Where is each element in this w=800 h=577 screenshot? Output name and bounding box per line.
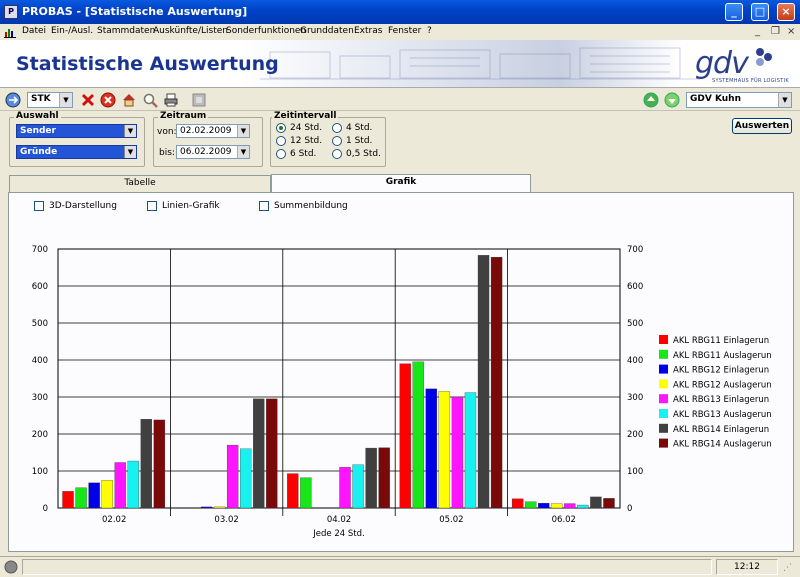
legend-swatch xyxy=(659,438,668,448)
legend-label: AKL RBG14 Einlagerun xyxy=(673,425,769,435)
status-bar: 12:12 ⋰ xyxy=(0,556,800,577)
legend-label: AKL RBG11 Einlagerun xyxy=(673,336,769,346)
bar xyxy=(339,467,351,509)
status-indicator-icon xyxy=(4,560,18,574)
bar xyxy=(477,255,490,509)
bar xyxy=(101,480,113,509)
x-tick-label: 03.02 xyxy=(214,515,238,525)
y-tick-label-right: 600 xyxy=(627,282,643,292)
y-tick-label-right: 400 xyxy=(627,356,643,366)
status-clock: 12:12 xyxy=(716,559,778,575)
bar xyxy=(551,503,563,509)
y-tick-label-left: 100 xyxy=(32,467,48,477)
legend-swatch xyxy=(659,394,668,404)
bar xyxy=(153,419,166,509)
bar xyxy=(451,396,464,509)
bar xyxy=(300,477,312,509)
y-tick-label-left: 0 xyxy=(43,504,48,514)
y-tick-label-right: 700 xyxy=(627,245,643,255)
y-tick-label-left: 200 xyxy=(32,430,48,440)
status-message xyxy=(22,559,712,575)
bar xyxy=(412,361,424,509)
legend-label: AKL RBG12 Einlagerun xyxy=(673,366,769,376)
bar xyxy=(62,491,74,509)
y-tick-label-right: 500 xyxy=(627,319,643,329)
y-tick-label-left: 300 xyxy=(32,393,48,403)
bar xyxy=(365,447,377,509)
bar xyxy=(399,363,411,509)
bar xyxy=(438,391,451,509)
bar xyxy=(490,256,503,509)
bar xyxy=(287,473,299,509)
legend-label: AKL RBG12 Auslagerun xyxy=(673,380,772,390)
bar xyxy=(577,504,589,509)
bar xyxy=(525,501,537,509)
bar xyxy=(266,398,278,509)
app-window: P PROBAS - [Statistische Auswertung] _ □… xyxy=(0,0,800,577)
x-tick-label: 02.02 xyxy=(102,515,126,525)
bar xyxy=(127,460,139,509)
bar xyxy=(140,419,153,509)
y-tick-label-right: 200 xyxy=(627,430,643,440)
bar xyxy=(538,503,550,509)
bar xyxy=(564,503,576,509)
bar xyxy=(352,464,364,509)
bar-chart: 0 0 100 100 200 200 300 300 400 400 500 500 600 600 70… xyxy=(32,245,772,539)
y-tick-label-left: 600 xyxy=(32,282,48,292)
legend-label: AKL RBG11 Auslagerun xyxy=(673,351,772,361)
legend-label: AKL RBG13 Einlagerun xyxy=(673,395,769,405)
legend-swatch xyxy=(659,349,668,359)
legend-swatch xyxy=(659,379,668,389)
chart-legend: AKL RBG11 Einlagerun AKL RBG11 Auslagerun… xyxy=(659,335,772,450)
x-tick-label: 06.02 xyxy=(552,515,576,525)
bar xyxy=(511,498,524,509)
bar xyxy=(213,506,226,509)
x-axis-label: Jede 24 Std. xyxy=(312,529,364,539)
bar xyxy=(590,496,602,509)
legend-label: AKL RBG14 Auslagerun xyxy=(673,440,772,450)
y-tick-label-right: 0 xyxy=(627,504,632,514)
y-tick-label-left: 700 xyxy=(32,245,48,255)
y-tick-label-right: 100 xyxy=(627,467,643,477)
bar xyxy=(200,506,213,509)
bar xyxy=(114,462,126,509)
legend-swatch xyxy=(659,409,668,418)
bar xyxy=(226,444,239,509)
bar xyxy=(253,398,265,509)
bar xyxy=(425,388,437,509)
y-tick-label-left: 500 xyxy=(32,319,48,329)
bar xyxy=(88,482,100,509)
bar xyxy=(75,487,87,509)
legend-swatch xyxy=(659,364,668,374)
y-tick-label-right: 300 xyxy=(627,393,643,403)
bar xyxy=(603,498,615,509)
bar xyxy=(464,392,477,509)
legend-swatch xyxy=(659,335,668,344)
bar xyxy=(378,447,390,509)
x-tick-label: 05.02 xyxy=(439,515,463,525)
legend-label: AKL RBG13 Auslagerun xyxy=(673,410,772,420)
bar xyxy=(239,448,252,509)
resize-grip-icon[interactable]: ⋰ xyxy=(783,563,795,575)
x-tick-label: 04.02 xyxy=(327,515,351,525)
y-tick-label-left: 400 xyxy=(32,356,48,366)
legend-swatch xyxy=(659,423,668,433)
